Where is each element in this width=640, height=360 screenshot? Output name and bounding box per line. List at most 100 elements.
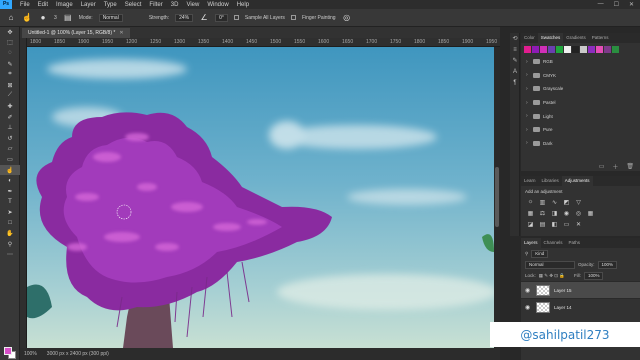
menu-layer[interactable]: Layer <box>81 2 96 8</box>
smudge-tool-preset-icon[interactable]: ☝ <box>22 13 32 23</box>
swatch-chip[interactable] <box>524 46 531 53</box>
tab-adjustments[interactable]: Adjustments <box>561 176 593 186</box>
layer-row[interactable]: ◉ Layer 14 <box>521 298 640 315</box>
healing-brush-tool-icon[interactable]: ✚ <box>0 101 20 112</box>
tab-layers[interactable]: Layers <box>521 238 541 248</box>
tab-libraries[interactable]: Libraries <box>539 176 562 186</box>
chevron-right-icon[interactable]: › <box>526 113 530 119</box>
brush-tool-icon[interactable]: ✐ <box>0 112 20 123</box>
brightness-contrast-icon[interactable]: ☼ <box>527 199 534 206</box>
close-window-button[interactable]: ✕ <box>629 1 634 8</box>
pen-tool-icon[interactable]: ✒ <box>0 186 20 197</box>
hand-tool-icon[interactable]: ✋ <box>0 228 20 239</box>
tab-patterns[interactable]: Patterns <box>589 33 612 43</box>
delete-swatch-icon[interactable]: 🗑 <box>626 163 634 170</box>
path-selection-tool-icon[interactable]: ➤ <box>0 207 20 218</box>
close-tab-icon[interactable]: ✕ <box>119 30 123 36</box>
vertical-scrollbar[interactable] <box>494 47 500 348</box>
marquee-tool-icon[interactable]: ⬚ <box>0 38 20 49</box>
foreground-color-swatch[interactable] <box>4 347 12 355</box>
chevron-right-icon[interactable]: › <box>526 86 530 92</box>
tab-paths[interactable]: Paths <box>566 238 584 248</box>
layer-name[interactable]: Layer 15 <box>554 288 572 293</box>
swatch-chip[interactable] <box>540 46 547 53</box>
swatch-chip[interactable] <box>580 46 587 53</box>
new-group-icon[interactable]: ▭ <box>599 163 605 170</box>
swatch-folder[interactable]: › Dark <box>521 137 640 151</box>
mode-select[interactable]: Normal <box>98 13 123 22</box>
rectangle-tool-icon[interactable]: □ <box>0 218 20 229</box>
history-brush-tool-icon[interactable]: ↺ <box>0 133 20 144</box>
threshold-icon[interactable]: ◧ <box>551 221 558 228</box>
chevron-right-icon[interactable]: › <box>526 127 530 133</box>
swatch-chip[interactable] <box>532 46 539 53</box>
document-canvas[interactable] <box>27 47 494 348</box>
eraser-tool-icon[interactable]: ▱ <box>0 144 20 155</box>
chevron-right-icon[interactable]: › <box>526 59 530 65</box>
swatch-chip[interactable] <box>596 46 603 53</box>
zoom-level[interactable]: 100% <box>24 351 37 357</box>
swatch-folder[interactable]: › Pure <box>521 123 640 137</box>
smudge-tool-icon[interactable]: ☝ <box>0 164 20 176</box>
chevron-right-icon[interactable]: › <box>526 140 530 146</box>
menu-image[interactable]: Image <box>56 2 73 8</box>
fill-input[interactable]: 100% <box>583 271 604 280</box>
paragraph-panel-icon[interactable]: ¶ <box>510 77 520 88</box>
tab-learn[interactable]: Learn <box>521 176 539 186</box>
eyedropper-tool-icon[interactable]: ⟋ <box>0 91 20 102</box>
blend-mode-select[interactable]: Normal <box>525 260 575 269</box>
layer-name[interactable]: Layer 14 <box>554 305 572 310</box>
maximize-button[interactable]: ☐ <box>614 1 619 8</box>
channel-mixer-icon[interactable]: ◎ <box>575 210 582 217</box>
finger-painting-checkbox[interactable] <box>290 15 296 20</box>
exposure-icon[interactable]: ◩ <box>563 199 570 206</box>
swatch-chip[interactable] <box>564 46 571 53</box>
curves-icon[interactable]: ∿ <box>551 199 558 206</box>
color-balance-icon[interactable]: ⚖ <box>539 210 546 217</box>
move-tool-icon[interactable]: ✥ <box>0 27 20 38</box>
more-tools-icon[interactable]: ⋯ <box>0 249 20 260</box>
sample-all-layers-checkbox[interactable] <box>233 15 239 20</box>
invert-icon[interactable]: ◪ <box>527 221 534 228</box>
swatch-folder[interactable]: › RGB <box>521 55 640 69</box>
swatch-chip[interactable] <box>588 46 595 53</box>
brush-size-value[interactable]: 3 <box>54 15 57 21</box>
properties-panel-icon[interactable]: ≡ <box>510 44 520 55</box>
angle-input[interactable]: 0° <box>215 13 228 22</box>
tab-swatches[interactable]: Swatches <box>537 33 564 43</box>
finger-painting-label[interactable]: Finger Painting <box>302 15 336 21</box>
menu-help[interactable]: Help <box>237 2 249 8</box>
vibrance-icon[interactable]: ▽ <box>575 199 582 206</box>
eye-icon[interactable]: ◉ <box>525 304 532 311</box>
eye-icon[interactable]: ◉ <box>525 287 532 294</box>
menu-file[interactable]: File <box>20 2 30 8</box>
tab-gradients[interactable]: Gradients <box>563 33 589 43</box>
scrollbar-thumb[interactable] <box>495 167 499 227</box>
photo-filter-icon[interactable]: ◉ <box>563 210 570 217</box>
strength-input[interactable]: 24% <box>175 13 194 22</box>
brush-panel-icon[interactable]: ✎ <box>510 55 520 66</box>
zoom-tool-icon[interactable]: ⚲ <box>0 239 20 250</box>
document-tab[interactable]: Untitled-1 @ 100% (Layer 15, RGB/8) * ✕ <box>22 28 130 38</box>
new-swatch-icon[interactable]: ＋ <box>612 162 618 171</box>
tab-channels[interactable]: Channels <box>541 238 566 248</box>
sample-all-layers-label[interactable]: Sample All Layers <box>245 15 285 21</box>
brush-size-icon[interactable]: ● <box>38 13 48 23</box>
dodge-tool-icon[interactable]: ◐ <box>0 175 20 186</box>
hue-saturation-icon[interactable]: ▦ <box>527 210 534 217</box>
swatch-folder[interactable]: › Pastel <box>521 96 640 110</box>
menu-type[interactable]: Type <box>104 2 117 8</box>
gradient-map-icon[interactable]: ▭ <box>563 221 570 228</box>
swatch-chip[interactable] <box>604 46 611 53</box>
swatch-folder[interactable]: › Grayscale <box>521 82 640 96</box>
color-lookup-icon[interactable]: ▦ <box>587 210 594 217</box>
gradient-tool-icon[interactable]: ▭ <box>0 154 20 165</box>
swatch-folder[interactable]: › CMYK <box>521 69 640 83</box>
quick-select-tool-icon[interactable]: ✎ <box>0 59 20 70</box>
clone-stamp-tool-icon[interactable]: ⊥ <box>0 122 20 133</box>
character-panel-icon[interactable]: A <box>510 66 520 77</box>
opacity-input[interactable]: 100% <box>597 260 618 269</box>
pressure-icon[interactable]: ◎ <box>342 13 352 23</box>
frame-tool-icon[interactable]: ⊠ <box>0 80 20 91</box>
history-panel-icon[interactable]: ⟲ <box>510 33 520 44</box>
